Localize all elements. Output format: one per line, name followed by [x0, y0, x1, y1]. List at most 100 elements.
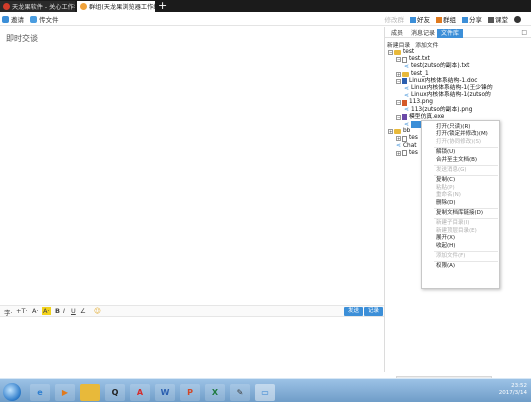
- exe-file-icon: [402, 114, 407, 121]
- send-button[interactable]: 发送: [344, 307, 364, 316]
- powerpoint-icon[interactable]: P: [180, 384, 200, 401]
- context-menu-item[interactable]: 合并至主文档(B): [436, 157, 477, 163]
- clock-time: 23:52: [511, 383, 527, 389]
- tree-node-label: test(zutso的副本).txt: [411, 63, 470, 70]
- window-title-bar: 天龙果软件 - 关心工作者的实践 × 群组(天龙果浏览器工作组) × +: [0, 0, 531, 12]
- font-color-button[interactable]: A·: [32, 307, 39, 315]
- friends-button[interactable]: 好友: [410, 14, 430, 24]
- context-menu-item[interactable]: 复制(C): [436, 177, 455, 183]
- invite-button[interactable]: 邀请: [2, 14, 24, 24]
- groups-button[interactable]: 群组: [436, 14, 456, 24]
- tree-node[interactable]: − test: [388, 49, 414, 56]
- taskbar-strip: e ▶ Q A W P X ✎ ▭ 23:52 2017/3/14: [0, 378, 531, 402]
- context-menu-item[interactable]: 收起(H): [436, 243, 455, 249]
- tree-node[interactable]: ⋖ 113(zutso的副本).png: [404, 107, 472, 114]
- send-file-button[interactable]: 传文件: [30, 14, 59, 24]
- tree-node-label: tes: [409, 135, 418, 142]
- tree-node-label: Chat: [403, 142, 417, 149]
- expand-icon[interactable]: +: [396, 136, 401, 142]
- font-size-button[interactable]: +T·: [16, 307, 27, 315]
- bold-button[interactable]: B: [55, 307, 60, 315]
- share-button[interactable]: 分享: [462, 14, 482, 24]
- group-icon: [80, 3, 87, 10]
- qq-icon[interactable]: Q: [105, 384, 125, 401]
- tree-node[interactable]: − Linux内核体系结构-1.doc: [396, 78, 477, 85]
- menu-separator: [434, 251, 498, 252]
- italic-button[interactable]: I: [63, 307, 65, 315]
- context-menu-item: 发送消息(G): [436, 167, 467, 173]
- file-icon: [402, 150, 407, 157]
- context-menu-item: 重命名(N): [436, 192, 461, 199]
- collapse-icon[interactable]: −: [396, 114, 401, 120]
- tree-node[interactable]: + tes: [396, 150, 418, 157]
- ie-icon[interactable]: e: [30, 384, 50, 401]
- collapse-icon[interactable]: −: [396, 57, 401, 63]
- context-menu-item[interactable]: 打开(只读)(R): [436, 124, 470, 130]
- tree-node[interactable]: + test_1: [396, 71, 429, 78]
- tree-node-label: Linux内核体系结构-1(王少锋的: [411, 85, 493, 91]
- pdf-icon[interactable]: A: [130, 384, 150, 401]
- system-clock[interactable]: 23:52 2017/3/14: [499, 383, 527, 397]
- tree-node-label: Linux内核体系结构-1(zutso的: [411, 92, 491, 99]
- tab-file-library[interactable]: 文件库: [437, 29, 464, 38]
- clock-date: 2017/3/14: [498, 390, 527, 396]
- context-menu-item[interactable]: 删除(D): [436, 200, 456, 206]
- format-toolbar: 字· +T· A· A· B I U ∠ ☺ 发送 记录: [0, 305, 384, 317]
- share-link-icon: ⋖: [404, 106, 410, 114]
- tree-node[interactable]: + bb: [388, 128, 410, 135]
- tab-home[interactable]: 天龙果软件 - 关心工作者的实践 ×: [0, 1, 75, 12]
- highlight-button[interactable]: A·: [42, 307, 51, 315]
- share-icon: [462, 17, 468, 23]
- context-menu-item: 粘贴(P): [436, 184, 455, 191]
- excel-icon[interactable]: X: [205, 384, 225, 401]
- underline-button[interactable]: U: [71, 307, 76, 315]
- tree-node[interactable]: ⋖ Linux内核体系结构-1(王少锋的: [404, 85, 493, 92]
- start-button[interactable]: [3, 383, 21, 401]
- tree-node[interactable]: ⋖ Linux内核体系结构-1(zutso的: [404, 92, 491, 99]
- emoji-icon[interactable]: ☺: [94, 307, 101, 315]
- menu-separator: [434, 208, 498, 209]
- tab-members[interactable]: 成员: [387, 29, 407, 38]
- expand-icon[interactable]: +: [396, 150, 401, 156]
- classroom-button[interactable]: 课堂: [488, 14, 508, 24]
- new-folder-link[interactable]: 新建目录: [387, 40, 410, 49]
- record-button[interactable]: 记录: [364, 307, 384, 316]
- collapse-icon[interactable]: −: [396, 100, 401, 106]
- tree-node[interactable]: ⋖ Chat: [396, 143, 417, 150]
- message-input[interactable]: [0, 317, 384, 372]
- add-file-link[interactable]: 添加文件: [415, 40, 438, 49]
- folder-icon: [394, 129, 401, 135]
- tab-label: 群组(天龙果浏览器工作组): [89, 4, 155, 11]
- context-menu-item[interactable]: 权限(A): [436, 263, 455, 269]
- context-menu-item[interactable]: 打开(锁定并修改)(M): [436, 131, 488, 137]
- tab-message-history[interactable]: 消息记录: [407, 29, 439, 38]
- folder-icon[interactable]: [80, 384, 100, 401]
- context-menu: 打开(只读)(R) 打开(锁定并修改)(M) 打开(协同修改)(S) 解锁(U) 合并至…: [421, 120, 500, 289]
- font-button[interactable]: 字·: [4, 307, 13, 317]
- tool-icon[interactable]: ✎: [230, 384, 250, 401]
- tree-node-label: tes: [409, 149, 418, 156]
- tree-node[interactable]: − 113.png: [396, 99, 433, 106]
- media-player-icon[interactable]: ▶: [55, 384, 75, 401]
- browser-icon[interactable]: ▭: [255, 384, 275, 401]
- panel-toggle-icon[interactable]: □: [521, 29, 527, 36]
- modify-group-button[interactable]: 修改群: [385, 14, 405, 24]
- collapse-icon[interactable]: −: [388, 50, 393, 55]
- avatar[interactable]: [514, 15, 521, 23]
- word-icon[interactable]: W: [155, 384, 175, 401]
- tree-node-label: test: [403, 49, 415, 55]
- tree-node[interactable]: ⋖ test(zutso的副本).txt: [404, 63, 469, 70]
- context-menu-item: 打开(协同修改)(S): [436, 138, 482, 145]
- expand-icon[interactable]: +: [396, 71, 401, 77]
- context-menu-item[interactable]: 解锁(U): [436, 149, 455, 155]
- share-link-icon: ⋖: [404, 62, 410, 70]
- clear-format-button[interactable]: ∠: [80, 307, 86, 315]
- image-file-icon: [402, 99, 407, 106]
- collapse-icon[interactable]: −: [396, 78, 401, 84]
- context-menu-item[interactable]: 复制文档库链接(D): [436, 210, 483, 216]
- share-link-icon: ⋖: [404, 120, 410, 128]
- expand-icon[interactable]: +: [388, 129, 393, 135]
- tab-group[interactable]: 群组(天龙果浏览器工作组) ×: [77, 1, 155, 12]
- new-tab-button[interactable]: +: [158, 0, 167, 11]
- context-menu-item[interactable]: 展开(X): [436, 235, 455, 241]
